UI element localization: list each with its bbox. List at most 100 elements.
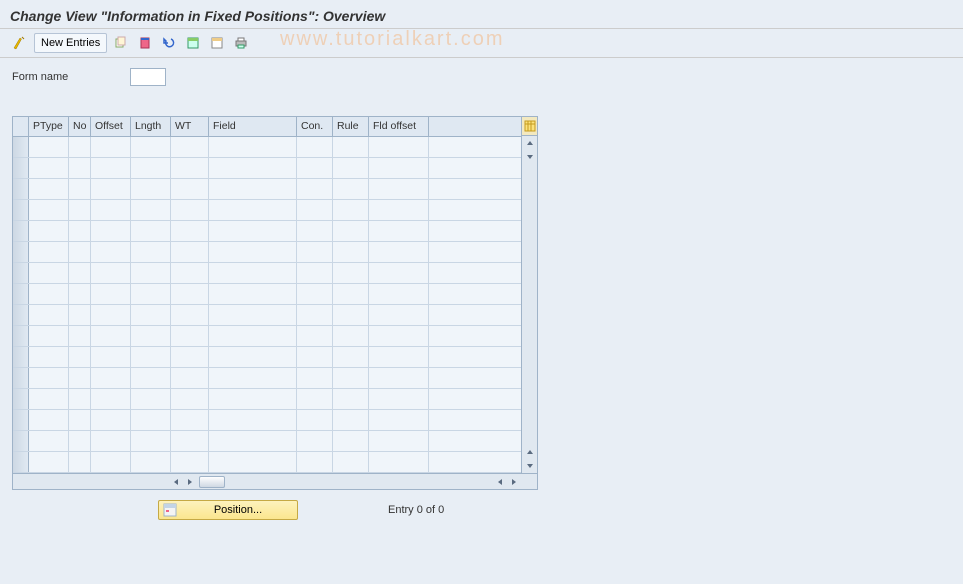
cell-field[interactable] xyxy=(209,263,297,283)
cell-fldoffset[interactable] xyxy=(369,284,429,304)
cell-offset[interactable] xyxy=(91,200,131,220)
cell-con[interactable] xyxy=(297,263,333,283)
cell-rule[interactable] xyxy=(333,263,369,283)
cell-wt[interactable] xyxy=(171,326,209,346)
cell-lngth[interactable] xyxy=(131,452,171,472)
cell-offset[interactable] xyxy=(91,305,131,325)
column-header-con[interactable]: Con. xyxy=(297,117,333,136)
vertical-scroll-track[interactable] xyxy=(522,164,537,445)
print-button[interactable] xyxy=(231,33,251,53)
cell-offset[interactable] xyxy=(91,347,131,367)
scroll-right-button[interactable] xyxy=(507,475,521,489)
cell-lngth[interactable] xyxy=(131,326,171,346)
row-selector[interactable] xyxy=(13,389,29,409)
cell-rule[interactable] xyxy=(333,389,369,409)
cell-wt[interactable] xyxy=(171,242,209,262)
cell-fldoffset[interactable] xyxy=(369,263,429,283)
cell-offset[interactable] xyxy=(91,410,131,430)
cell-rule[interactable] xyxy=(333,284,369,304)
cell-field[interactable] xyxy=(209,284,297,304)
cell-field[interactable] xyxy=(209,347,297,367)
cell-lngth[interactable] xyxy=(131,263,171,283)
column-header-wt[interactable]: WT xyxy=(171,117,209,136)
scroll-down-near-top-button[interactable] xyxy=(522,150,537,164)
cell-no[interactable] xyxy=(69,410,91,430)
row-selector[interactable] xyxy=(13,305,29,325)
cell-fldoffset[interactable] xyxy=(369,137,429,157)
cell-offset[interactable] xyxy=(91,452,131,472)
scroll-right-inner-button[interactable] xyxy=(183,475,197,489)
cell-offset[interactable] xyxy=(91,179,131,199)
row-selector[interactable] xyxy=(13,368,29,388)
cell-field[interactable] xyxy=(209,326,297,346)
row-selector[interactable] xyxy=(13,284,29,304)
cell-lngth[interactable] xyxy=(131,221,171,241)
cell-ptype[interactable] xyxy=(29,389,69,409)
cell-con[interactable] xyxy=(297,200,333,220)
cell-no[interactable] xyxy=(69,242,91,262)
cell-con[interactable] xyxy=(297,221,333,241)
position-button[interactable]: Position... xyxy=(158,500,298,520)
new-entries-button[interactable]: New Entries xyxy=(34,33,107,53)
cell-fldoffset[interactable] xyxy=(369,326,429,346)
cell-con[interactable] xyxy=(297,242,333,262)
cell-con[interactable] xyxy=(297,326,333,346)
cell-con[interactable] xyxy=(297,158,333,178)
cell-no[interactable] xyxy=(69,452,91,472)
cell-no[interactable] xyxy=(69,368,91,388)
row-selector[interactable] xyxy=(13,242,29,262)
cell-fldoffset[interactable] xyxy=(369,368,429,388)
cell-fldoffset[interactable] xyxy=(369,431,429,451)
cell-offset[interactable] xyxy=(91,242,131,262)
scroll-down-button[interactable] xyxy=(522,459,537,473)
cell-fldoffset[interactable] xyxy=(369,221,429,241)
cell-con[interactable] xyxy=(297,431,333,451)
scroll-left-inner-button[interactable] xyxy=(493,475,507,489)
cell-rule[interactable] xyxy=(333,368,369,388)
cell-rule[interactable] xyxy=(333,431,369,451)
cell-lngth[interactable] xyxy=(131,284,171,304)
column-header-lngth[interactable]: Lngth xyxy=(131,117,171,136)
column-header-ptype[interactable]: PType xyxy=(29,117,69,136)
column-header-no[interactable]: No xyxy=(69,117,91,136)
cell-wt[interactable] xyxy=(171,263,209,283)
column-header-field[interactable]: Field xyxy=(209,117,297,136)
cell-ptype[interactable] xyxy=(29,200,69,220)
cell-con[interactable] xyxy=(297,305,333,325)
cell-rule[interactable] xyxy=(333,179,369,199)
row-selector[interactable] xyxy=(13,326,29,346)
cell-lngth[interactable] xyxy=(131,179,171,199)
cell-field[interactable] xyxy=(209,452,297,472)
cell-ptype[interactable] xyxy=(29,242,69,262)
cell-offset[interactable] xyxy=(91,431,131,451)
horizontal-scroll-track[interactable] xyxy=(227,474,493,489)
row-selector[interactable] xyxy=(13,347,29,367)
cell-ptype[interactable] xyxy=(29,410,69,430)
cell-wt[interactable] xyxy=(171,158,209,178)
cell-ptype[interactable] xyxy=(29,347,69,367)
cell-wt[interactable] xyxy=(171,431,209,451)
cell-lngth[interactable] xyxy=(131,305,171,325)
cell-field[interactable] xyxy=(209,200,297,220)
select-all-cell[interactable] xyxy=(13,117,29,136)
row-selector[interactable] xyxy=(13,179,29,199)
cell-field[interactable] xyxy=(209,431,297,451)
cell-offset[interactable] xyxy=(91,221,131,241)
form-name-input[interactable] xyxy=(130,68,166,86)
cell-con[interactable] xyxy=(297,347,333,367)
cell-no[interactable] xyxy=(69,158,91,178)
cell-fldoffset[interactable] xyxy=(369,347,429,367)
cell-fldoffset[interactable] xyxy=(369,305,429,325)
row-selector[interactable] xyxy=(13,263,29,283)
cell-lngth[interactable] xyxy=(131,137,171,157)
cell-wt[interactable] xyxy=(171,305,209,325)
cell-rule[interactable] xyxy=(333,410,369,430)
cell-fldoffset[interactable] xyxy=(369,158,429,178)
cell-wt[interactable] xyxy=(171,368,209,388)
row-selector[interactable] xyxy=(13,431,29,451)
column-header-offset[interactable]: Offset xyxy=(91,117,131,136)
cell-ptype[interactable] xyxy=(29,368,69,388)
cell-con[interactable] xyxy=(297,284,333,304)
cell-rule[interactable] xyxy=(333,221,369,241)
row-selector[interactable] xyxy=(13,410,29,430)
